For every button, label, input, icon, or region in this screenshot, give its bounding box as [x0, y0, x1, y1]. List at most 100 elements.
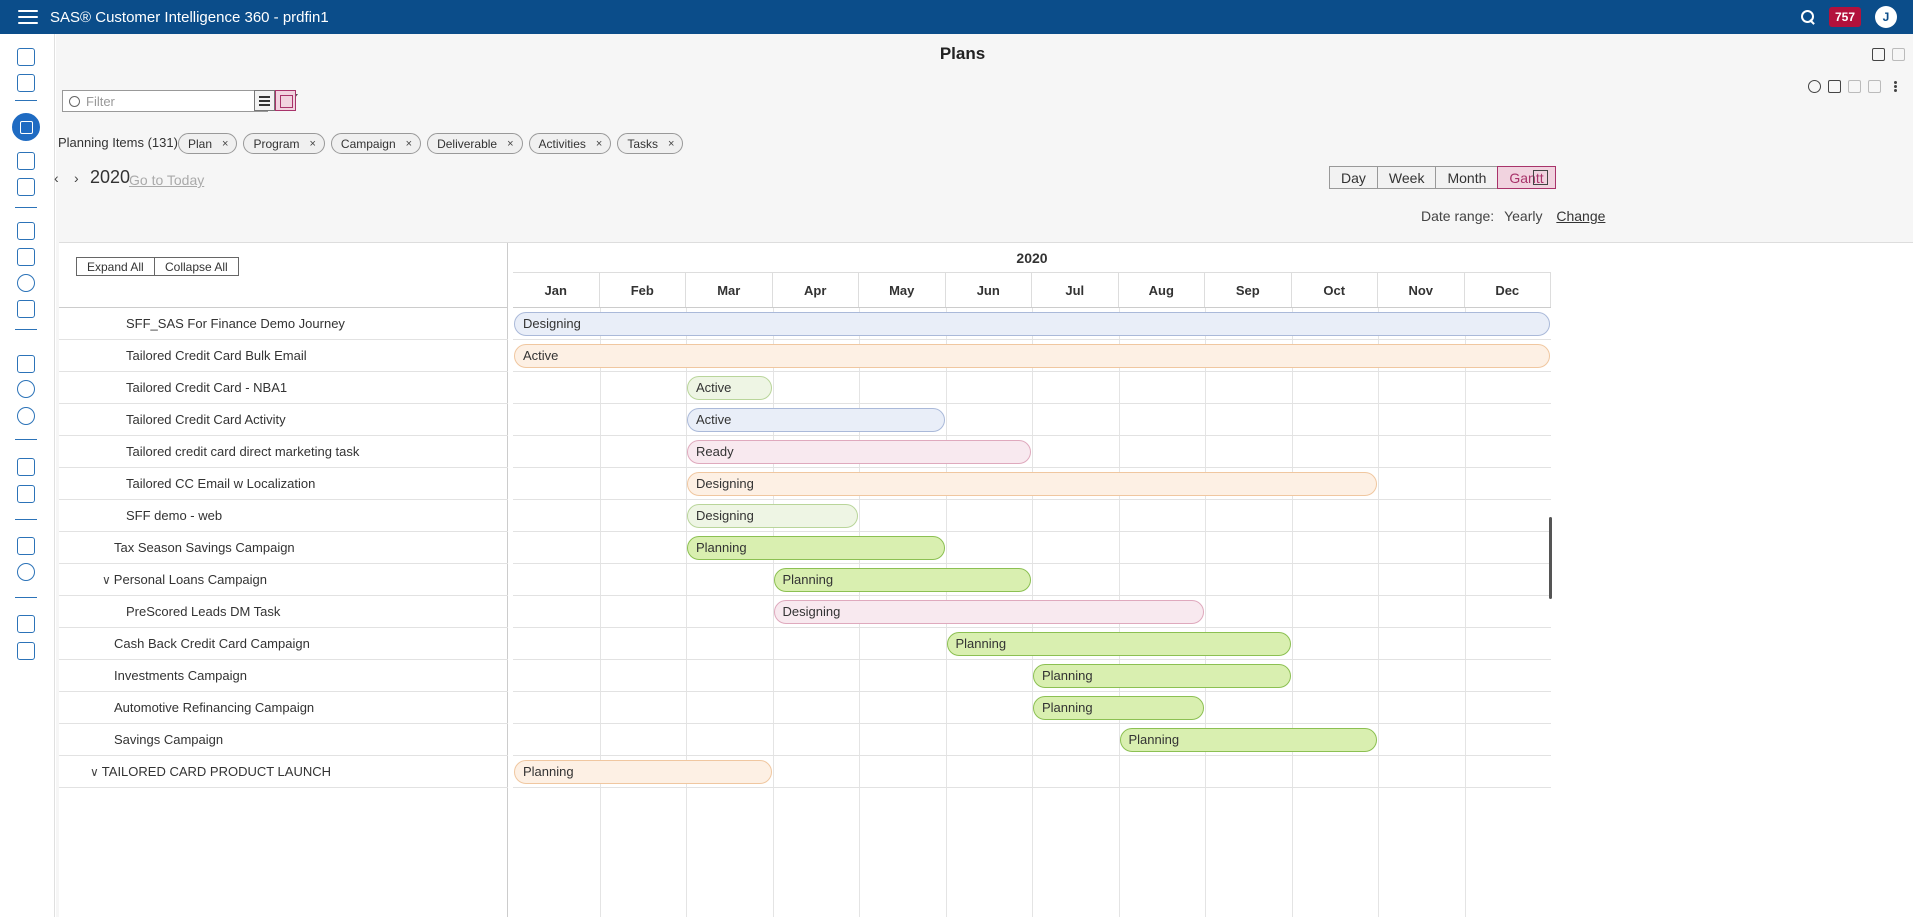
planning-item-row[interactable]: PreScored Leads DM Task: [59, 596, 508, 628]
planning-item-row[interactable]: Tax Season Savings Campaign: [59, 532, 508, 564]
planning-item-row[interactable]: Tailored credit card direct marketing ta…: [59, 436, 508, 468]
planning-item-row[interactable]: Cash Back Credit Card Campaign: [59, 628, 508, 660]
planning-item-row[interactable]: Investments Campaign: [59, 660, 508, 692]
planning-item-name: Tailored Credit Card Activity: [126, 412, 286, 427]
expand-all-button[interactable]: Expand All: [76, 257, 155, 276]
gantt-bar[interactable]: Designing: [687, 472, 1377, 496]
planning-item-row[interactable]: Automotive Refinancing Campaign: [59, 692, 508, 724]
vertical-scrollbar[interactable]: [1549, 517, 1552, 599]
go-to-today-link[interactable]: Go to Today: [129, 172, 204, 188]
gantt-columns-icon[interactable]: [1533, 170, 1548, 185]
folder-icon[interactable]: [1848, 80, 1861, 93]
user-avatar[interactable]: J: [1875, 6, 1897, 28]
insights-icon[interactable]: [17, 74, 35, 92]
month-header: Jun: [946, 273, 1033, 307]
filter-field[interactable]: [62, 90, 268, 112]
planning-item-row[interactable]: ∨TAILORED CARD PRODUCT LAUNCH: [59, 756, 508, 788]
timeline-row: Active: [513, 340, 1551, 372]
calendar-view-button[interactable]: [275, 90, 296, 111]
gantt-bar[interactable]: Planning: [687, 536, 945, 560]
close-icon[interactable]: ×: [309, 138, 315, 150]
day-view-button[interactable]: Day: [1329, 166, 1377, 189]
planning-item-row[interactable]: Savings Campaign: [59, 724, 508, 756]
gantt-bar[interactable]: Planning: [1033, 696, 1204, 720]
spots-icon[interactable]: [17, 380, 35, 398]
filter-input[interactable]: [86, 94, 256, 109]
planning-item-row[interactable]: ∨Personal Loans Campaign: [59, 564, 508, 596]
filter-chip-campaign[interactable]: Campaign×: [331, 133, 421, 154]
filter-chip-program[interactable]: Program×: [243, 133, 324, 154]
timeline-row: Designing: [513, 596, 1551, 628]
week-view-button[interactable]: Week: [1377, 166, 1436, 189]
planning-item-row[interactable]: Tailored Credit Card - NBA1: [59, 372, 508, 404]
close-icon[interactable]: ×: [222, 138, 228, 150]
calendar-icon[interactable]: [17, 458, 35, 476]
planning-item-row[interactable]: Tailored Credit Card Bulk Email: [59, 340, 508, 372]
notification-badge[interactable]: 757: [1829, 7, 1861, 27]
details-panel-icon[interactable]: [1892, 48, 1905, 61]
more-actions-icon[interactable]: [1894, 81, 1897, 84]
list-view-button[interactable]: [254, 90, 275, 111]
current-year: 2020: [90, 167, 130, 188]
gantt-bar[interactable]: Active: [687, 376, 772, 400]
audiences-icon[interactable]: [17, 274, 35, 292]
filter-chip-tasks[interactable]: Tasks×: [617, 133, 683, 154]
planning-item-row[interactable]: Tailored Credit Card Activity: [59, 404, 508, 436]
chevron-down-icon[interactable]: ∨: [90, 765, 99, 779]
filter-chip-plan[interactable]: Plan×: [178, 133, 237, 154]
gantt-bar[interactable]: Planning: [1120, 728, 1378, 752]
hamburger-menu-icon[interactable]: [18, 10, 38, 24]
previous-period-button[interactable]: ‹: [54, 170, 59, 186]
collapse-all-button[interactable]: Collapse All: [154, 257, 239, 276]
workflow-icon[interactable]: [17, 152, 35, 170]
gantt-bar[interactable]: Designing: [514, 312, 1550, 336]
table-icon[interactable]: [17, 537, 35, 555]
new-item-icon[interactable]: [1828, 80, 1841, 93]
home-icon[interactable]: [17, 48, 35, 66]
month-header: Aug: [1119, 273, 1206, 307]
decisions-icon[interactable]: [17, 407, 35, 425]
close-icon[interactable]: ×: [507, 138, 513, 150]
creatives-icon[interactable]: [17, 355, 35, 373]
next-period-button[interactable]: ›: [74, 170, 79, 186]
timeline-row: Active: [513, 372, 1551, 404]
change-date-range-link[interactable]: Change: [1556, 208, 1605, 224]
gantt-bar[interactable]: Planning: [774, 568, 1032, 592]
plans-icon[interactable]: [12, 113, 40, 141]
gantt-bar[interactable]: Designing: [687, 504, 858, 528]
planning-item-row[interactable]: SFF demo - web: [59, 500, 508, 532]
tasks-icon[interactable]: [17, 248, 35, 266]
chip-label: Activities: [539, 137, 586, 151]
journeys-icon[interactable]: [17, 222, 35, 240]
search-icon[interactable]: [1801, 10, 1815, 24]
analytics-icon[interactable]: [17, 563, 35, 581]
refresh-icon[interactable]: [1808, 80, 1821, 93]
gantt-bar[interactable]: Active: [687, 408, 945, 432]
tools-icon[interactable]: [17, 615, 35, 633]
planning-item-name: PreScored Leads DM Task: [126, 604, 280, 619]
gantt-bar[interactable]: Ready: [687, 440, 1031, 464]
gantt-bar[interactable]: Active: [514, 344, 1550, 368]
chevron-down-icon[interactable]: ∨: [102, 573, 111, 587]
delete-icon[interactable]: [1868, 80, 1881, 93]
assets-icon[interactable]: [17, 178, 35, 196]
close-icon[interactable]: ×: [406, 138, 412, 150]
month-view-button[interactable]: Month: [1435, 166, 1497, 189]
gantt-bar[interactable]: Planning: [947, 632, 1291, 656]
settings-icon[interactable]: [17, 642, 35, 660]
chip-label: Deliverable: [437, 137, 497, 151]
gantt-bar[interactable]: Planning: [514, 760, 772, 784]
reports-icon[interactable]: [17, 485, 35, 503]
timeline-year: 2020: [513, 243, 1551, 273]
segments-icon[interactable]: [17, 300, 35, 318]
planning-item-row[interactable]: SFF_SAS For Finance Demo Journey: [59, 308, 508, 340]
close-icon[interactable]: ×: [596, 138, 602, 150]
planning-items-count: Planning Items (131): [58, 135, 178, 150]
filter-chip-deliverable[interactable]: Deliverable ×: [427, 133, 522, 154]
calendar-settings-icon[interactable]: [1872, 48, 1885, 61]
gantt-bar[interactable]: Planning: [1033, 664, 1291, 688]
close-icon[interactable]: ×: [668, 138, 674, 150]
planning-item-row[interactable]: Tailored CC Email w Localization: [59, 468, 508, 500]
gantt-bar[interactable]: Designing: [774, 600, 1205, 624]
filter-chip-activities[interactable]: Activities ×: [529, 133, 612, 154]
